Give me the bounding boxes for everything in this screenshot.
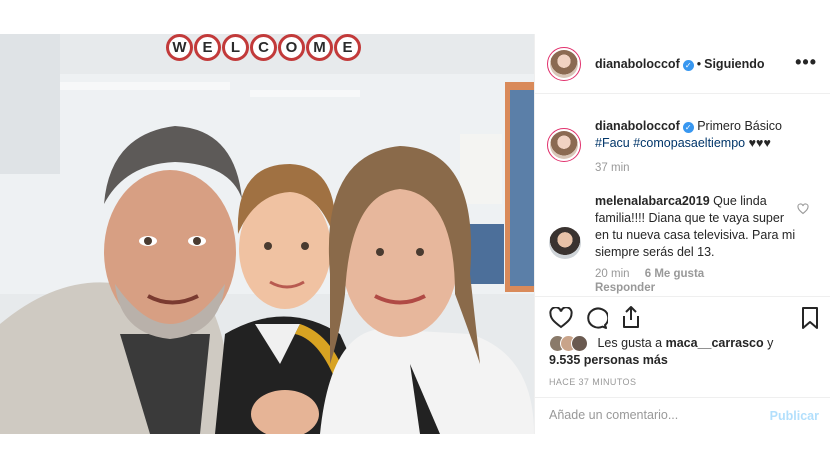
author-avatar[interactable]	[547, 47, 581, 81]
post-side-panel: dianaboloccof ✓ • Siguiendo ••• dianabolocc…	[534, 34, 830, 434]
share-icon[interactable]	[620, 305, 642, 329]
welcome-letter: L	[222, 34, 249, 61]
comment-input[interactable]	[549, 408, 749, 422]
instagram-post: W E L C O M E dianaboloccof ✓ • Siguiendo •…	[0, 34, 830, 434]
caption-avatar[interactable]	[547, 128, 581, 162]
author-username[interactable]: dianaboloccof	[595, 57, 680, 71]
comment-likes[interactable]: 6 Me gusta	[645, 268, 704, 280]
comment: melenalabarca2019 Que linda familia!!!! …	[547, 191, 817, 294]
following-button[interactable]: Siguiendo	[704, 57, 764, 71]
heart-icon[interactable]	[549, 307, 573, 329]
comment-like-icon[interactable]	[797, 203, 809, 215]
comment-icon[interactable]	[584, 307, 608, 329]
add-comment-bar: Publicar	[535, 397, 830, 435]
reply-button[interactable]: Responder	[595, 282, 655, 294]
verified-icon: ✓	[682, 60, 694, 71]
hashtag-link[interactable]: #Facu	[595, 136, 630, 150]
welcome-letter: E	[334, 34, 361, 61]
likes-summary: Les gusta a maca__carrasco y 9.535 perso…	[549, 335, 773, 369]
separator-dot: •	[696, 57, 702, 71]
caption-time: 37 min	[595, 162, 630, 174]
hearts-emoji: ♥♥♥	[748, 136, 771, 150]
posted-timestamp: HACE 37 MINUTOS	[549, 377, 637, 387]
hashtag-link[interactable]: #comopasaeltiempo	[633, 136, 745, 150]
post-photo[interactable]: W E L C O M E	[0, 34, 534, 434]
caption-text: Primero Básico	[697, 119, 782, 133]
likes-and: y	[767, 336, 774, 350]
welcome-sign: W E L C O M E	[166, 34, 361, 61]
liker-avatar[interactable]	[571, 335, 588, 353]
commenter-avatar[interactable]	[549, 227, 581, 259]
comment-time: 20 min	[595, 268, 630, 280]
liker-username[interactable]: maca__carrasco	[666, 336, 764, 350]
post-header: dianaboloccof ✓ • Siguiendo •••	[535, 34, 830, 94]
welcome-letter: C	[250, 34, 277, 61]
verified-icon: ✓	[682, 122, 694, 133]
welcome-letter: O	[278, 34, 305, 61]
publish-button[interactable]: Publicar	[770, 409, 819, 423]
welcome-letter: W	[166, 34, 193, 61]
welcome-letter: E	[194, 34, 221, 61]
more-options-icon[interactable]: •••	[795, 52, 817, 73]
commenter-username[interactable]: melenalabarca2019	[595, 194, 710, 208]
bookmark-icon[interactable]	[801, 306, 819, 330]
post-actions: Les gusta a maca__carrasco y 9.535 perso…	[535, 296, 830, 434]
family-photo-illustration	[0, 34, 534, 434]
caption-username[interactable]: dianaboloccof	[595, 119, 680, 133]
welcome-letter: M	[306, 34, 333, 61]
liker-avatars	[549, 335, 597, 353]
likes-count[interactable]: 9.535 personas más	[549, 353, 668, 367]
likes-prefix: Les gusta a	[597, 336, 663, 350]
